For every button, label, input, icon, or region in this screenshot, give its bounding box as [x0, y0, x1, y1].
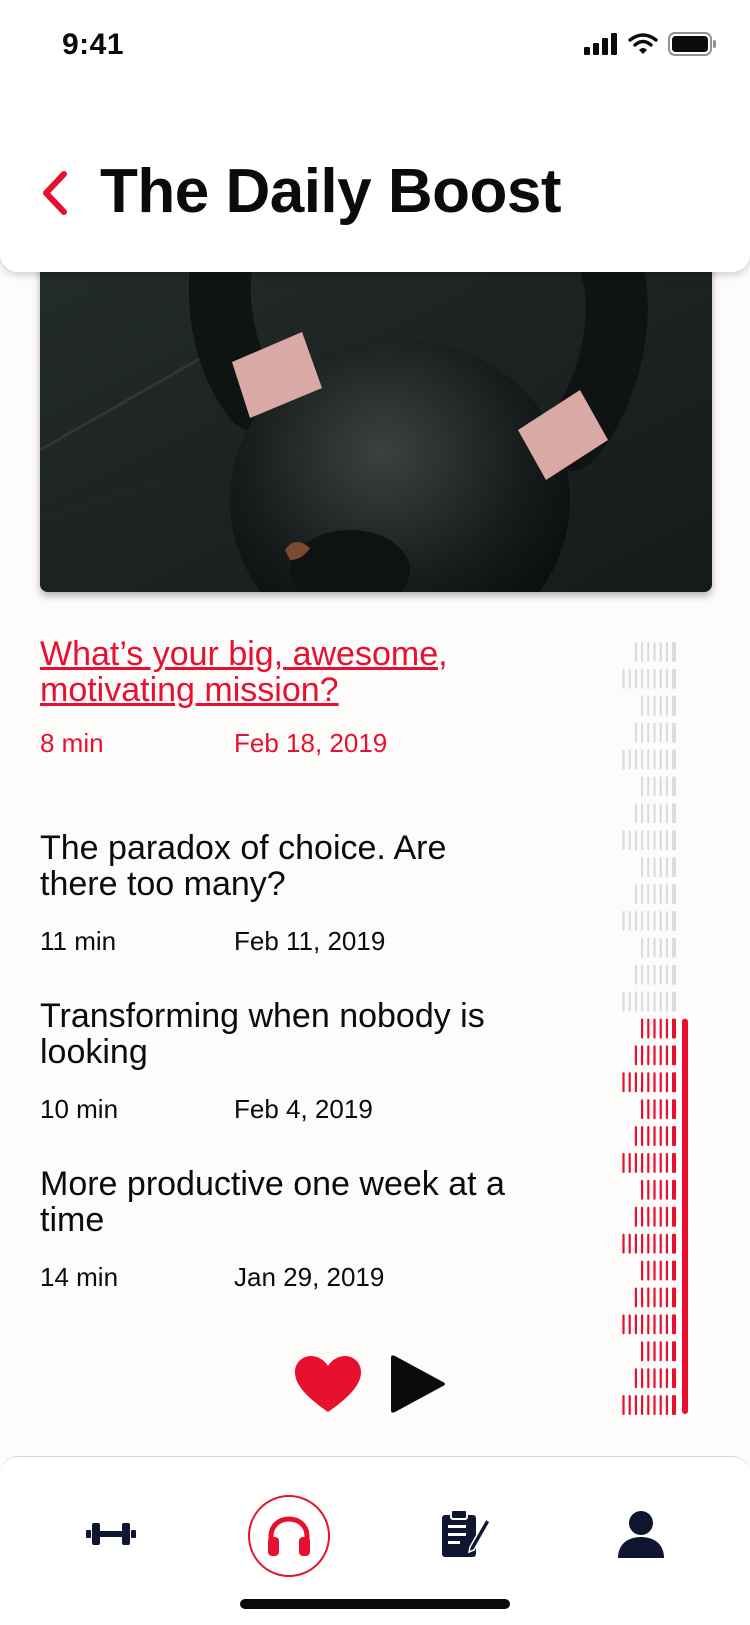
like-button[interactable] — [295, 1356, 361, 1414]
user-icon — [618, 1511, 664, 1558]
status-icons — [584, 32, 716, 56]
tab-plans[interactable] — [420, 1489, 510, 1579]
episode-item[interactable]: The paradox of choice. Are there too man… — [40, 829, 600, 956]
episode-item[interactable]: More productive one week at a time 14 mi… — [40, 1165, 600, 1292]
headphones-icon — [268, 1516, 310, 1556]
play-button[interactable] — [391, 1352, 447, 1416]
episode-duration: 14 min — [40, 1262, 119, 1292]
play-icon — [391, 1355, 445, 1413]
episode-date: Feb 4, 2019 — [234, 1094, 373, 1124]
battery-icon — [668, 32, 716, 56]
episode-duration: 11 min — [40, 926, 117, 956]
chevron-left-icon — [43, 171, 67, 215]
back-button[interactable] — [38, 166, 74, 220]
dumbbell-icon — [86, 1523, 136, 1545]
episode-title: Transforming when nobody is looking — [40, 997, 485, 1071]
playback-controls — [295, 1352, 455, 1424]
episode-item[interactable]: Transforming when nobody is looking 10 m… — [40, 997, 600, 1124]
waveform-progress-indicator[interactable] — [682, 1018, 688, 1414]
episode-date: Jan 29, 2019 — [234, 1262, 385, 1292]
page-title: The Daily Boost — [100, 157, 562, 226]
tab-workouts[interactable] — [66, 1489, 156, 1579]
clipboard-icon — [442, 1509, 490, 1557]
episode-duration: 8 min — [40, 728, 104, 758]
status-bar: 9:41 — [0, 0, 750, 90]
tab-profile[interactable] — [596, 1489, 686, 1579]
episode-cover-image — [40, 250, 712, 592]
episode-item-active[interactable]: What’s your big, awesome, motivating mis… — [40, 636, 600, 758]
bottom-tab-bar — [0, 1456, 750, 1625]
audio-waveform-scrubber[interactable] — [612, 638, 722, 1418]
episode-title: More productive one week at a time — [40, 1165, 505, 1239]
cellular-signal-icon — [584, 33, 617, 55]
episode-date: Feb 11, 2019 — [234, 926, 386, 956]
status-time: 9:41 — [62, 28, 125, 61]
episode-title: The paradox of choice. Are there too man… — [40, 829, 447, 903]
home-indicator — [240, 1599, 510, 1609]
episode-title[interactable]: What’s your big, awesome, motivating mis… — [40, 636, 500, 708]
episode-date: Feb 18, 2019 — [234, 728, 388, 758]
heart-icon — [295, 1356, 361, 1412]
episode-duration: 10 min — [40, 1094, 119, 1124]
tab-podcasts[interactable] — [248, 1495, 330, 1577]
wifi-icon — [628, 33, 658, 54]
